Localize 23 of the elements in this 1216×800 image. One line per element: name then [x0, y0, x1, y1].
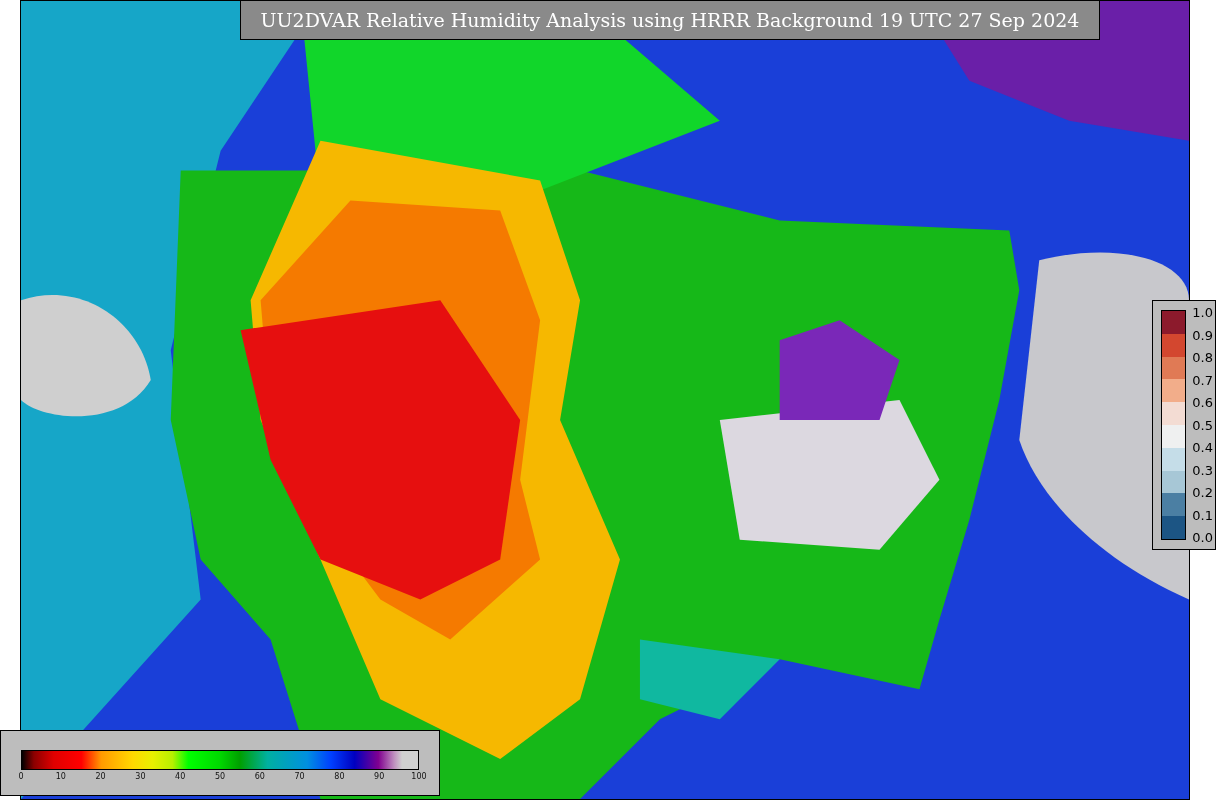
tick-label: 0.1	[1192, 507, 1213, 523]
tick-label: 0.5	[1192, 417, 1213, 433]
map-title: UU2DVAR Relative Humidity Analysis using HRRR Background 19 UTC 27 Sep 2024	[240, 0, 1100, 40]
tick-label: 0.4	[1192, 440, 1213, 455]
tick-label: 0.6	[1192, 395, 1213, 410]
tick-label: 80	[334, 772, 345, 781]
tick-label: 0	[18, 772, 24, 781]
tick-label: 10	[55, 772, 66, 781]
tick-label: 1.0	[1192, 305, 1213, 320]
tick-label: 20	[95, 772, 106, 781]
tick-label: 0.7	[1192, 372, 1213, 388]
tick-label: 30	[135, 772, 146, 781]
tick-label: 0.2	[1192, 485, 1213, 500]
tick-label: 0.8	[1192, 350, 1213, 365]
tick-label: 60	[254, 772, 265, 781]
tick-label: 0.3	[1192, 462, 1213, 478]
tick-label: 0.0	[1192, 530, 1213, 545]
tick-label: 70	[294, 772, 305, 781]
tick-label: 50	[214, 772, 226, 781]
tick-label: 90	[374, 772, 385, 781]
tick-label: 100	[411, 772, 427, 781]
tick-label: 0.9	[1192, 327, 1213, 343]
tick-label: 40	[175, 772, 186, 781]
